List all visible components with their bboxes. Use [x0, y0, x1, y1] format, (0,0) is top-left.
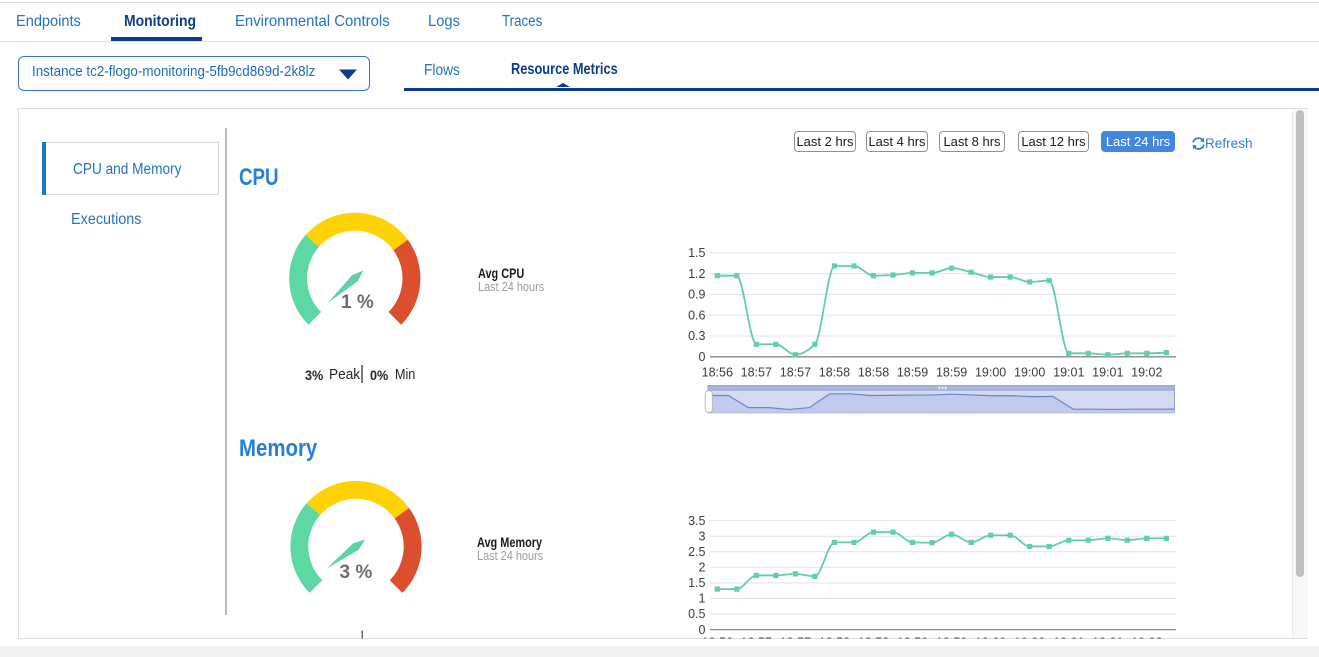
svg-text:19:00: 19:00 — [975, 636, 1006, 650]
svg-text:19:01: 19:01 — [1053, 636, 1084, 650]
svg-text:19:00: 19:00 — [975, 366, 1006, 380]
svg-text:18:59: 18:59 — [936, 366, 967, 380]
svg-text:18:57: 18:57 — [780, 636, 811, 650]
svg-text:18:58: 18:58 — [819, 366, 850, 380]
svg-text:18:59: 18:59 — [897, 636, 928, 650]
svg-text:19:00: 19:00 — [1014, 636, 1045, 650]
svg-text:18:59: 18:59 — [936, 636, 967, 650]
svg-text:0.5: 0.5 — [688, 607, 705, 621]
svg-text:0.6: 0.6 — [688, 308, 705, 322]
svg-text:19:01: 19:01 — [1053, 366, 1084, 380]
svg-text:1.5: 1.5 — [688, 576, 705, 590]
svg-text:2: 2 — [699, 561, 706, 575]
svg-text:19:00: 19:00 — [1014, 366, 1045, 380]
svg-text:19:02: 19:02 — [1131, 366, 1162, 380]
svg-text:0: 0 — [699, 350, 706, 364]
svg-text:19:01: 19:01 — [1092, 636, 1123, 650]
svg-text:1: 1 — [699, 592, 706, 606]
svg-text:18:57: 18:57 — [741, 366, 772, 380]
svg-text:2.5: 2.5 — [688, 545, 705, 559]
svg-text:18:56: 18:56 — [702, 636, 733, 650]
svg-text:18:57: 18:57 — [741, 636, 772, 650]
svg-text:0.9: 0.9 — [688, 288, 705, 302]
svg-text:18:59: 18:59 — [897, 366, 928, 380]
svg-text:18:58: 18:58 — [858, 636, 889, 650]
svg-text:18:58: 18:58 — [819, 636, 850, 650]
svg-text:18:57: 18:57 — [780, 366, 811, 380]
svg-text:19:01: 19:01 — [1092, 366, 1123, 380]
svg-text:3.5: 3.5 — [688, 514, 705, 528]
svg-text:0.3: 0.3 — [688, 329, 705, 343]
svg-text:19:02: 19:02 — [1131, 636, 1162, 650]
svg-text:1.2: 1.2 — [688, 267, 705, 281]
svg-text:18:58: 18:58 — [858, 366, 889, 380]
svg-text:1.5: 1.5 — [688, 246, 705, 260]
svg-text:18:56: 18:56 — [702, 366, 733, 380]
svg-text:3: 3 — [699, 529, 706, 543]
